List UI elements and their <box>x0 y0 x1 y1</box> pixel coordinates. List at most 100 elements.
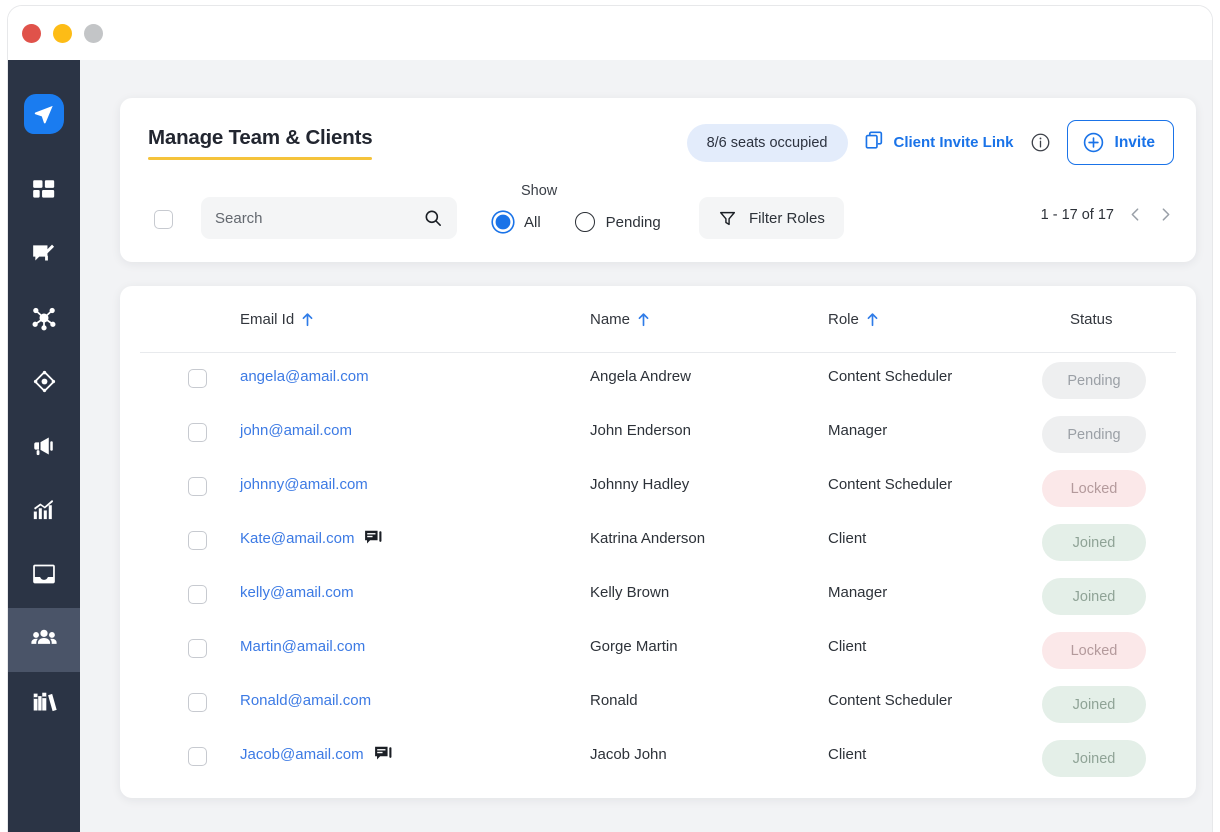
column-header-role-label: Role <box>828 311 859 328</box>
table-row[interactable]: Jacob@amail.com Jacob John Client Joined <box>120 730 1196 784</box>
show-radio-row: All Pending <box>493 212 733 232</box>
close-window-dot[interactable] <box>22 23 41 43</box>
table-body: angela@amail.com Angela Andrew Content Sch… <box>120 352 1196 784</box>
sidebar-item-team[interactable] <box>8 608 80 672</box>
radio-option-pending[interactable]: Pending <box>574 212 661 232</box>
page-canvas: Manage Team & Clients 8/6 seats occupied… <box>80 60 1212 832</box>
search-icon[interactable] <box>423 208 443 228</box>
cell-email-label: johnny@amail.com <box>240 476 368 493</box>
cell-email[interactable]: Jacob@amail.com <box>240 746 394 763</box>
chevron-left-icon[interactable] <box>1127 206 1144 223</box>
sidebar-item-dashboard[interactable] <box>8 160 80 224</box>
table-row[interactable]: Kate@amail.com Katrina Anderson Client Join… <box>120 514 1196 568</box>
radio-pending-indicator[interactable] <box>574 212 595 232</box>
manage-team-header-card: Manage Team & Clients 8/6 seats occupied… <box>120 98 1196 262</box>
plus-circle-icon <box>1082 131 1105 154</box>
cell-name: Ronald <box>590 692 638 709</box>
cell-email[interactable]: Martin@amail.com <box>240 638 365 655</box>
column-header-role[interactable]: Role <box>828 311 879 328</box>
table-row[interactable]: angela@amail.com Angela Andrew Content Sch… <box>120 352 1196 406</box>
client-invite-link-label: Client Invite Link <box>893 134 1014 151</box>
chat-message-icon[interactable] <box>374 746 394 763</box>
cell-email[interactable]: johnny@amail.com <box>240 476 368 493</box>
invite-button-label: Invite <box>1114 133 1155 151</box>
row-select-checkbox[interactable] <box>188 747 207 766</box>
search-field[interactable] <box>201 197 457 239</box>
cell-email[interactable]: Kate@amail.com <box>240 530 384 547</box>
sort-ascending-icon[interactable] <box>301 312 314 327</box>
cell-email[interactable]: angela@amail.com <box>240 368 369 385</box>
sidebar-item-analytics[interactable] <box>8 480 80 544</box>
table-row[interactable]: johnny@amail.com Johnny Hadley Content Sch… <box>120 460 1196 514</box>
column-header-status: Status <box>1070 311 1113 328</box>
invite-button[interactable]: Invite <box>1066 120 1174 165</box>
row-select-checkbox[interactable] <box>188 477 207 496</box>
row-select-checkbox[interactable] <box>188 693 207 712</box>
search-input[interactable] <box>215 209 423 227</box>
table-row[interactable]: Martin@amail.com Gorge Martin Client Locked <box>120 622 1196 676</box>
cell-role: Manager <box>828 422 888 439</box>
cell-role: Content Scheduler <box>828 368 953 385</box>
row-select-checkbox[interactable] <box>188 531 207 550</box>
status-badge: Pending <box>1042 416 1146 453</box>
chevron-right-icon[interactable] <box>1157 206 1174 223</box>
cell-role: Client <box>828 638 867 655</box>
sidebar-item-campaigns[interactable] <box>8 416 80 480</box>
sidebar-item-network[interactable] <box>8 288 80 352</box>
page-title: Manage Team & Clients <box>148 126 373 149</box>
sort-ascending-icon[interactable] <box>866 312 879 327</box>
status-badge: Locked <box>1042 632 1146 669</box>
cell-status: Locked <box>1042 470 1146 507</box>
cell-email[interactable]: Ronald@amail.com <box>240 692 371 709</box>
cell-email[interactable]: john@amail.com <box>240 422 352 439</box>
sidebar-item-compose[interactable] <box>8 224 80 288</box>
cell-status: Pending <box>1042 416 1146 453</box>
sidebar-item-targeting[interactable] <box>8 352 80 416</box>
cell-role: Content Scheduler <box>828 476 953 493</box>
row-select-checkbox[interactable] <box>188 639 207 658</box>
filter-roles-button[interactable]: Filter Roles <box>699 197 844 239</box>
cell-name: Kelly Brown <box>590 584 670 601</box>
column-header-name[interactable]: Name <box>590 311 650 328</box>
cell-role: Manager <box>828 584 888 601</box>
cell-email-label: Kate@amail.com <box>240 530 355 547</box>
table-row[interactable]: john@amail.com John Enderson Manager Pendin… <box>120 406 1196 460</box>
cell-role: Client <box>828 530 867 547</box>
app-sidebar <box>8 60 80 832</box>
client-invite-link[interactable]: Client Invite Link <box>864 130 1014 156</box>
table-row[interactable]: Ronald@amail.com Ronald Content Scheduler J… <box>120 676 1196 730</box>
radio-option-all[interactable]: All <box>493 212 541 232</box>
row-select-checkbox[interactable] <box>188 423 207 442</box>
chat-message-icon[interactable] <box>364 530 384 547</box>
select-all-checkbox[interactable] <box>154 210 173 229</box>
row-select-checkbox[interactable] <box>188 585 207 604</box>
cell-email-label: Jacob@amail.com <box>240 746 364 763</box>
minimize-window-dot[interactable] <box>53 23 72 43</box>
sort-ascending-icon[interactable] <box>637 312 650 327</box>
title-underline <box>148 157 372 160</box>
show-label: Show <box>521 183 558 199</box>
library-books-icon <box>31 688 58 720</box>
maximize-window-dot[interactable] <box>84 23 103 43</box>
send-logo-icon <box>24 94 64 134</box>
column-header-email[interactable]: Email Id <box>240 311 314 328</box>
dashboard-grid-icon <box>31 177 57 208</box>
radio-all-indicator[interactable] <box>493 212 513 232</box>
inbox-download-icon <box>31 561 57 592</box>
sidebar-logo[interactable] <box>8 82 80 146</box>
column-header-name-label: Name <box>590 311 631 328</box>
cell-email[interactable]: kelly@amail.com <box>240 584 354 601</box>
cell-status: Joined <box>1042 524 1146 561</box>
row-select-checkbox[interactable] <box>188 369 207 388</box>
radio-pending-label: Pending <box>605 213 661 231</box>
cell-status: Joined <box>1042 686 1146 723</box>
status-badge: Pending <box>1042 362 1146 399</box>
sidebar-item-library[interactable] <box>8 672 80 736</box>
cell-email-label: john@amail.com <box>240 422 352 439</box>
seats-occupied-badge: 8/6 seats occupied <box>686 123 848 162</box>
sidebar-item-inbox[interactable] <box>8 544 80 608</box>
cell-email-label: Martin@amail.com <box>240 638 366 655</box>
table-header-row: Email Id Name Role Status <box>120 286 1196 353</box>
table-row[interactable]: kelly@amail.com Kelly Brown Manager Joined <box>120 568 1196 622</box>
info-circle-icon[interactable] <box>1030 132 1051 153</box>
